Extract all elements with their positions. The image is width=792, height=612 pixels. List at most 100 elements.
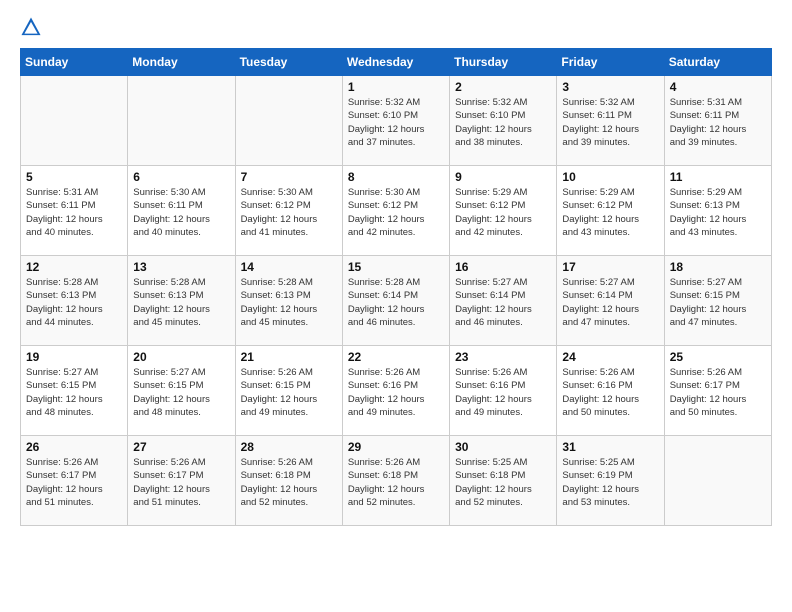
header-day-sunday: Sunday: [21, 49, 128, 76]
calendar-cell: [664, 436, 771, 526]
calendar-cell: 22 Sunrise: 5:26 AM Sunset: 6:16 PM Dayli…: [342, 346, 449, 436]
day-number: 2: [455, 80, 551, 94]
calendar-cell: 14 Sunrise: 5:28 AM Sunset: 6:13 PM Dayli…: [235, 256, 342, 346]
calendar-cell: 27 Sunrise: 5:26 AM Sunset: 6:17 PM Dayli…: [128, 436, 235, 526]
calendar-cell: 15 Sunrise: 5:28 AM Sunset: 6:14 PM Dayli…: [342, 256, 449, 346]
calendar-cell: 8 Sunrise: 5:30 AM Sunset: 6:12 PM Daylig…: [342, 166, 449, 256]
day-info: Sunrise: 5:27 AM Sunset: 6:14 PM Dayligh…: [562, 276, 658, 329]
header-day-friday: Friday: [557, 49, 664, 76]
calendar-cell: 13Sunrise: 5:28 AM Sunset: 6:13 PM Dayli…: [128, 256, 235, 346]
day-info: Sunrise: 5:28 AM Sunset: 6:14 PM Dayligh…: [348, 276, 444, 329]
calendar-cell: 25 Sunrise: 5:26 AM Sunset: 6:17 PM Dayli…: [664, 346, 771, 436]
day-info: Sunrise: 5:26 AM Sunset: 6:16 PM Dayligh…: [562, 366, 658, 419]
day-number: 21: [241, 350, 337, 364]
day-number: 6: [133, 170, 229, 184]
day-number: 14: [241, 260, 337, 274]
day-info: Sunrise: 5:26 AM Sunset: 6:15 PM Dayligh…: [241, 366, 337, 419]
day-number: 25: [670, 350, 766, 364]
calendar-cell: 10Sunrise: 5:29 AM Sunset: 6:12 PM Dayli…: [557, 166, 664, 256]
calendar-cell: 1Sunrise: 5:32 AM Sunset: 6:10 PM Daylig…: [342, 76, 449, 166]
day-number: 30: [455, 440, 551, 454]
day-number: 26: [26, 440, 122, 454]
day-number: 28: [241, 440, 337, 454]
header-day-wednesday: Wednesday: [342, 49, 449, 76]
day-info: Sunrise: 5:26 AM Sunset: 6:17 PM Dayligh…: [670, 366, 766, 419]
day-number: 22: [348, 350, 444, 364]
day-info: Sunrise: 5:26 AM Sunset: 6:18 PM Dayligh…: [348, 456, 444, 509]
day-number: 11: [670, 170, 766, 184]
calendar-cell: 19 Sunrise: 5:27 AM Sunset: 6:15 PM Dayli…: [21, 346, 128, 436]
calendar-cell: 23 Sunrise: 5:26 AM Sunset: 6:16 PM Dayli…: [450, 346, 557, 436]
day-number: 18: [670, 260, 766, 274]
day-number: 23: [455, 350, 551, 364]
day-info: Sunrise: 5:26 AM Sunset: 6:16 PM Dayligh…: [348, 366, 444, 419]
calendar-cell: 5 Sunrise: 5:31 AM Sunset: 6:11 PM Daylig…: [21, 166, 128, 256]
day-number: 9: [455, 170, 551, 184]
calendar-cell: 24 Sunrise: 5:26 AM Sunset: 6:16 PM Dayli…: [557, 346, 664, 436]
day-info: Sunrise: 5:30 AM Sunset: 6:12 PM Dayligh…: [241, 186, 337, 239]
header-day-tuesday: Tuesday: [235, 49, 342, 76]
day-info: Sunrise: 5:30 AM Sunset: 6:11 PM Dayligh…: [133, 186, 229, 239]
day-info: Sunrise: 5:26 AM Sunset: 6:18 PM Dayligh…: [241, 456, 337, 509]
calendar-cell: 18 Sunrise: 5:27 AM Sunset: 6:15 PM Dayli…: [664, 256, 771, 346]
calendar-cell: 7Sunrise: 5:30 AM Sunset: 6:12 PM Daylig…: [235, 166, 342, 256]
day-info: Sunrise: 5:27 AM Sunset: 6:15 PM Dayligh…: [670, 276, 766, 329]
calendar-cell: 30 Sunrise: 5:25 AM Sunset: 6:18 PM Dayli…: [450, 436, 557, 526]
calendar-cell: 21 Sunrise: 5:26 AM Sunset: 6:15 PM Dayli…: [235, 346, 342, 436]
day-info: Sunrise: 5:28 AM Sunset: 6:13 PM Dayligh…: [26, 276, 122, 329]
calendar-week-row: 19 Sunrise: 5:27 AM Sunset: 6:15 PM Dayli…: [21, 346, 772, 436]
day-info: Sunrise: 5:27 AM Sunset: 6:15 PM Dayligh…: [133, 366, 229, 419]
day-info: Sunrise: 5:29 AM Sunset: 6:12 PM Dayligh…: [455, 186, 551, 239]
day-number: 19: [26, 350, 122, 364]
day-number: 16: [455, 260, 551, 274]
day-number: 3: [562, 80, 658, 94]
logo-icon: [20, 16, 42, 38]
calendar-cell: 16 Sunrise: 5:27 AM Sunset: 6:14 PM Dayli…: [450, 256, 557, 346]
calendar-cell: 4Sunrise: 5:31 AM Sunset: 6:11 PM Daylig…: [664, 76, 771, 166]
calendar-cell: 29 Sunrise: 5:26 AM Sunset: 6:18 PM Dayli…: [342, 436, 449, 526]
calendar-cell: 11 Sunrise: 5:29 AM Sunset: 6:13 PM Dayli…: [664, 166, 771, 256]
calendar-week-row: 5 Sunrise: 5:31 AM Sunset: 6:11 PM Daylig…: [21, 166, 772, 256]
day-number: 15: [348, 260, 444, 274]
calendar-week-row: 1Sunrise: 5:32 AM Sunset: 6:10 PM Daylig…: [21, 76, 772, 166]
calendar-cell: 3Sunrise: 5:32 AM Sunset: 6:11 PM Daylig…: [557, 76, 664, 166]
calendar-cell: [21, 76, 128, 166]
day-number: 27: [133, 440, 229, 454]
day-info: Sunrise: 5:27 AM Sunset: 6:15 PM Dayligh…: [26, 366, 122, 419]
header-day-saturday: Saturday: [664, 49, 771, 76]
day-info: Sunrise: 5:26 AM Sunset: 6:17 PM Dayligh…: [133, 456, 229, 509]
day-number: 1: [348, 80, 444, 94]
calendar-cell: 2Sunrise: 5:32 AM Sunset: 6:10 PM Daylig…: [450, 76, 557, 166]
calendar-week-row: 12Sunrise: 5:28 AM Sunset: 6:13 PM Dayli…: [21, 256, 772, 346]
calendar-cell: [235, 76, 342, 166]
day-info: Sunrise: 5:30 AM Sunset: 6:12 PM Dayligh…: [348, 186, 444, 239]
day-number: 5: [26, 170, 122, 184]
calendar-cell: 17 Sunrise: 5:27 AM Sunset: 6:14 PM Dayli…: [557, 256, 664, 346]
header-day-thursday: Thursday: [450, 49, 557, 76]
calendar-cell: 31 Sunrise: 5:25 AM Sunset: 6:19 PM Dayli…: [557, 436, 664, 526]
day-info: Sunrise: 5:26 AM Sunset: 6:17 PM Dayligh…: [26, 456, 122, 509]
calendar-cell: 20Sunrise: 5:27 AM Sunset: 6:15 PM Dayli…: [128, 346, 235, 436]
calendar-week-row: 26 Sunrise: 5:26 AM Sunset: 6:17 PM Dayli…: [21, 436, 772, 526]
day-info: Sunrise: 5:25 AM Sunset: 6:18 PM Dayligh…: [455, 456, 551, 509]
day-info: Sunrise: 5:25 AM Sunset: 6:19 PM Dayligh…: [562, 456, 658, 509]
day-info: Sunrise: 5:26 AM Sunset: 6:16 PM Dayligh…: [455, 366, 551, 419]
day-number: 8: [348, 170, 444, 184]
day-number: 24: [562, 350, 658, 364]
day-info: Sunrise: 5:31 AM Sunset: 6:11 PM Dayligh…: [26, 186, 122, 239]
day-info: Sunrise: 5:28 AM Sunset: 6:13 PM Dayligh…: [241, 276, 337, 329]
day-number: 31: [562, 440, 658, 454]
header-day-monday: Monday: [128, 49, 235, 76]
day-number: 29: [348, 440, 444, 454]
day-number: 10: [562, 170, 658, 184]
calendar-header-row: SundayMondayTuesdayWednesdayThursdayFrid…: [21, 49, 772, 76]
calendar-cell: 26 Sunrise: 5:26 AM Sunset: 6:17 PM Dayli…: [21, 436, 128, 526]
calendar-cell: 9 Sunrise: 5:29 AM Sunset: 6:12 PM Daylig…: [450, 166, 557, 256]
day-number: 13: [133, 260, 229, 274]
calendar-cell: [128, 76, 235, 166]
day-number: 17: [562, 260, 658, 274]
calendar-cell: 12Sunrise: 5:28 AM Sunset: 6:13 PM Dayli…: [21, 256, 128, 346]
calendar-table: SundayMondayTuesdayWednesdayThursdayFrid…: [20, 48, 772, 526]
day-info: Sunrise: 5:27 AM Sunset: 6:14 PM Dayligh…: [455, 276, 551, 329]
day-info: Sunrise: 5:29 AM Sunset: 6:13 PM Dayligh…: [670, 186, 766, 239]
